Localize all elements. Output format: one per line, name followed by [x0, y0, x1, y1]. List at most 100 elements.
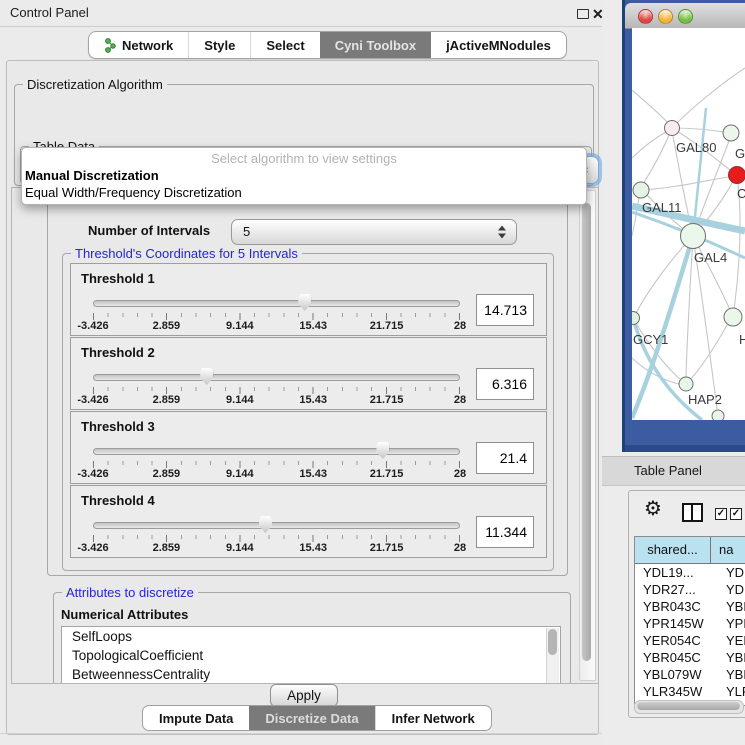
apply-button[interactable]: Apply: [270, 684, 338, 707]
network-edge[interactable]: [636, 236, 693, 313]
checkbox-icon[interactable]: ✓: [715, 508, 727, 520]
number-of-intervals-combo[interactable]: 5: [231, 219, 517, 245]
table-row[interactable]: YER054CYER0: [635, 632, 745, 649]
network-node[interactable]: [681, 224, 706, 249]
columns-icon[interactable]: [682, 503, 703, 522]
threshold-2-slider[interactable]: -3.4262.8599.14415.4321.71528: [93, 366, 460, 408]
threshold-4-slider[interactable]: -3.4262.8599.14415.4321.71528: [93, 514, 460, 556]
table-row[interactable]: YDR27...YDR2: [635, 581, 745, 598]
cell-name[interactable]: YPR1: [718, 615, 745, 632]
cell-shared-name[interactable]: YBR043C: [635, 598, 718, 615]
cell-shared-name[interactable]: YDL19...: [635, 564, 718, 581]
table-horizontal-scrollbar[interactable]: [634, 700, 744, 714]
network-node[interactable]: [712, 410, 724, 420]
popup-option-equal-width-frequency[interactable]: Equal Width/Frequency Discretization: [22, 184, 586, 201]
cell-shared-name[interactable]: YER054C: [635, 632, 718, 649]
cell-shared-name[interactable]: YDR27...: [635, 581, 718, 598]
cell-shared-name[interactable]: YPR145W: [635, 615, 718, 632]
tab-cyni-toolbox-label: Cyni Toolbox: [335, 38, 416, 53]
network-edge[interactable]: [641, 177, 729, 190]
tab-discretize-data[interactable]: Discretize Data: [249, 706, 374, 730]
network-window-titlebar[interactable]: [625, 3, 745, 29]
attribute-list-item[interactable]: TopologicalCoefficient: [62, 646, 560, 665]
network-node[interactable]: [724, 308, 742, 326]
network-edge[interactable]: [733, 184, 740, 317]
list-scrollbar-thumb[interactable]: [548, 629, 557, 655]
network-canvas[interactable]: GAL80GACGAL11GAL4GCY1HHAP2: [632, 28, 745, 420]
tab-impute-data-label: Impute Data: [159, 711, 233, 726]
checkbox-icon[interactable]: ✓: [730, 508, 742, 520]
float-window-icon[interactable]: [577, 9, 589, 19]
threshold-3-slider[interactable]: -3.4262.8599.14415.4321.71528: [93, 440, 460, 482]
tab-impute-data[interactable]: Impute Data: [143, 706, 249, 730]
network-view-window[interactable]: GAL80GACGAL11GAL4GCY1HHAP2: [622, 0, 745, 452]
tab-style[interactable]: Style: [188, 32, 250, 58]
network-node-label: GAL11: [642, 200, 682, 215]
network-edge[interactable]: [632, 90, 668, 123]
network-edge[interactable]: [677, 68, 745, 123]
network-edge[interactable]: [632, 132, 666, 158]
tab-cyni-toolbox[interactable]: Cyni Toolbox: [320, 32, 431, 58]
network-node[interactable]: [729, 167, 745, 184]
scale-tick-label: -3.426: [77, 542, 108, 554]
threshold-3-value-field[interactable]: [476, 442, 534, 474]
node-attribute-table[interactable]: shared... na YDL19...YDL1YDR27...YDR2YBR…: [634, 536, 745, 706]
close-icon[interactable]: ✕: [592, 4, 604, 24]
column-header-shared[interactable]: shared...: [635, 537, 711, 563]
threshold-2-value-field[interactable]: [476, 368, 534, 400]
threshold-1-value-field[interactable]: [476, 294, 534, 326]
table-row[interactable]: YBR043CYBR0: [635, 598, 745, 615]
mac-close-button[interactable]: [638, 9, 653, 24]
list-scrollbar[interactable]: [546, 628, 559, 684]
cell-name[interactable]: YBR0: [718, 649, 745, 666]
mac-minimize-button[interactable]: [658, 9, 673, 24]
column-header-name[interactable]: na: [711, 537, 745, 563]
panel-scrollbar-thumb[interactable]: [582, 203, 591, 661]
network-node[interactable]: [632, 312, 640, 325]
mac-zoom-button[interactable]: [678, 9, 693, 24]
slider-thumb[interactable]: [259, 516, 272, 533]
slider-thumb[interactable]: [376, 442, 389, 459]
number-of-intervals-value: 5: [232, 220, 516, 244]
slider-track[interactable]: [93, 300, 460, 307]
network-node[interactable]: [723, 125, 739, 141]
slider-track[interactable]: [93, 448, 460, 455]
table-row[interactable]: YBL079WYBL0: [635, 666, 745, 683]
attribute-list-item[interactable]: SelfLoops: [62, 627, 560, 646]
threshold-label: Threshold 4: [81, 493, 155, 508]
panel-scrollbar[interactable]: [579, 190, 596, 681]
table-hscrollbar-thumb[interactable]: [637, 702, 740, 710]
slider-thumb[interactable]: [200, 368, 213, 385]
attribute-list-item[interactable]: BetweennessCentrality: [62, 665, 560, 684]
table-row[interactable]: YLR345WYLR3: [635, 683, 745, 700]
cell-name[interactable]: YDL1: [718, 564, 745, 581]
tab-infer-network[interactable]: Infer Network: [375, 706, 491, 730]
cell-shared-name[interactable]: YBL079W: [635, 666, 718, 683]
slider-track[interactable]: [93, 374, 460, 381]
gear-icon[interactable]: ⚙: [644, 498, 662, 520]
network-edge[interactable]: [643, 128, 672, 184]
cell-shared-name[interactable]: YBR045C: [635, 649, 718, 666]
cell-name[interactable]: YER0: [718, 632, 745, 649]
cell-shared-name[interactable]: YLR345W: [635, 683, 718, 700]
cell-name[interactable]: YLR3: [718, 683, 745, 700]
scale-tick-label: 21.715: [370, 542, 404, 554]
network-node[interactable]: [633, 182, 649, 198]
numerical-attributes-list[interactable]: SelfLoopsTopologicalCoefficientBetweenne…: [61, 626, 561, 684]
tab-select[interactable]: Select: [250, 32, 319, 58]
tab-jactivemnodules[interactable]: jActiveMNodules: [431, 32, 566, 58]
network-node[interactable]: [679, 377, 693, 391]
threshold-4-value-field[interactable]: [476, 516, 534, 548]
cell-name[interactable]: YDR2: [718, 581, 745, 598]
table-row[interactable]: YDL19...YDL1: [635, 564, 745, 581]
popup-option-manual-discretization[interactable]: Manual Discretization: [22, 167, 586, 184]
tab-network[interactable]: Network: [89, 32, 188, 58]
threshold-1-slider[interactable]: -3.4262.8599.14415.4321.71528: [93, 292, 460, 334]
table-row[interactable]: YPR145WYPR1: [635, 615, 745, 632]
slider-thumb[interactable]: [298, 294, 311, 311]
cell-name[interactable]: YBL0: [718, 666, 745, 683]
table-row[interactable]: YBR045CYBR0: [635, 649, 745, 666]
cell-name[interactable]: YBR0: [718, 598, 745, 615]
network-node[interactable]: [665, 121, 680, 136]
slider-track[interactable]: [93, 522, 460, 529]
